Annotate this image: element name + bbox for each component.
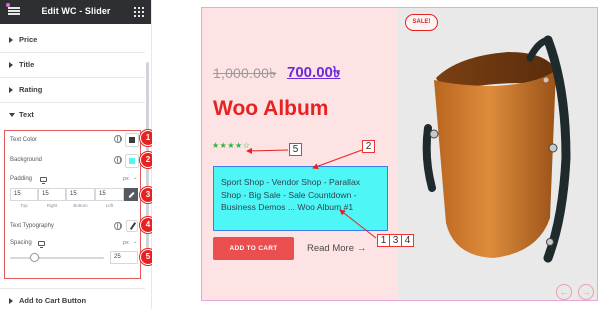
section-label: Price [19,35,38,44]
product-description: Sport Shop - Vendor Shop - Parallax Shop… [213,166,388,231]
edit-pencil-icon[interactable] [126,220,138,232]
read-more-link[interactable]: Read More → [307,243,367,254]
section-text[interactable]: Text [0,103,145,128]
globe-icon[interactable] [114,222,122,230]
padding-top-input[interactable]: 15 [10,188,38,201]
rating-stars: ★★★★☆ [212,141,251,150]
section-label: Text [19,110,34,119]
preview-area: 1,000.00৳ 700.00৳ Woo Album ★★★★☆ Sport … [152,0,600,309]
add-to-cart-button[interactable]: ADD TO CART [213,237,294,260]
slider-prev-button[interactable]: ← [556,284,572,300]
padding-bottom-caption: Bottom [73,203,88,208]
padding-left-input[interactable]: 15 [95,188,124,201]
link-values-icon[interactable] [124,188,138,201]
desktop-icon[interactable] [38,241,45,248]
chevron-down-icon: ⌄ [133,239,138,245]
padding-right-caption: Right [46,203,58,208]
annotation-label-2: 2 [362,140,375,153]
annotation-label-5: 5 [289,143,302,156]
caret-right-icon [9,87,13,93]
color-preview [129,158,135,164]
section-add-to-cart[interactable]: Add to Cart Button [0,288,145,309]
spacing-slider-track[interactable] [10,257,104,259]
slider-next-button[interactable]: → [578,284,594,300]
text-color-swatch[interactable] [125,133,139,147]
read-more-label: Read More [307,243,354,254]
caret-right-icon [9,37,13,43]
regular-price: 1,000.00৳ [213,65,277,81]
section-price[interactable]: Price [0,28,145,53]
section-rating[interactable]: Rating [0,78,145,103]
padding-label: Padding [10,176,33,182]
handbag-image [398,8,597,300]
app-root: Edit WC - Slider Price Title Rating Text… [0,0,600,309]
caret-right-icon [9,62,13,68]
spacing-label: Spacing [10,240,32,246]
background-label: Background [10,157,43,163]
spacing-slider-handle[interactable] [30,253,39,262]
text-color-label: Text Color [10,137,38,143]
product-title[interactable]: Woo Album [213,97,328,121]
section-label: Title [19,60,35,69]
color-preview [129,137,135,143]
arrow-right-icon: → [357,243,367,254]
product-slide: 1,000.00৳ 700.00৳ Woo Album ★★★★☆ Sport … [201,7,598,301]
padding-unit-select[interactable]: px [123,176,129,182]
text-typography-label: Text Typography [10,223,54,229]
widgets-grid-icon[interactable] [134,7,144,17]
desktop-icon[interactable] [40,177,47,184]
panel-title: Edit WC - Slider [41,6,111,16]
globe-icon[interactable] [114,156,122,164]
padding-bottom-input[interactable]: 15 [66,188,95,201]
caret-down-icon [9,113,15,117]
chevron-down-icon: ⌄ [133,175,138,181]
section-label: Rating [19,85,43,94]
annotation-label-4: 4 [401,234,414,247]
editor-panel: Edit WC - Slider Price Title Rating Text… [0,0,152,309]
padding-top-caption: Top [20,203,28,208]
spacing-input[interactable]: 25 [110,251,138,264]
padding-left-caption: Left [105,203,114,208]
section-title[interactable]: Title [0,53,145,78]
sale-price-link[interactable]: 700.00৳ [287,61,340,86]
product-image [398,8,597,300]
spacing-unit-select[interactable]: px [123,240,129,246]
panel-header: Edit WC - Slider [0,0,151,24]
caret-right-icon [9,298,13,304]
padding-right-input[interactable]: 15 [38,188,66,201]
section-label: Add to Cart Button [19,296,87,305]
background-color-swatch[interactable] [125,154,139,168]
sale-badge: SALE! [405,14,438,31]
globe-icon[interactable] [114,135,122,143]
